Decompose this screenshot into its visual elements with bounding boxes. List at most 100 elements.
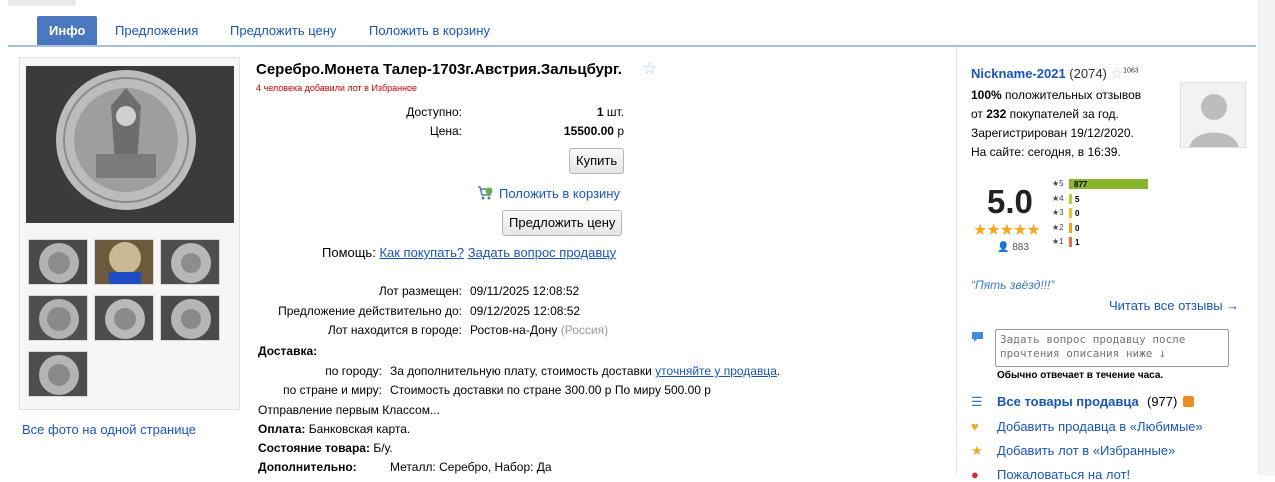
seller-nickname-link[interactable]: Nickname-2021: [971, 66, 1066, 81]
read-all-reviews-link[interactable]: Читать все отзывы →: [1109, 298, 1239, 313]
valid-until-value: 09/12/2025 12:08:52: [470, 304, 581, 318]
rating-row-star-label: ★2: [1052, 222, 1064, 232]
rating-row-bar: [1069, 193, 1072, 204]
price-currency: р: [617, 124, 624, 138]
price-value: 15500.00 р: [470, 124, 624, 138]
placed-value: 09/11/2025 12:08:52: [470, 284, 580, 298]
ask-seller-link[interactable]: Задать вопрос продавцу: [468, 245, 616, 260]
help-row: Помощь: Как покупать? Задать вопрос прод…: [322, 245, 616, 260]
photo-thumbnail[interactable]: [28, 351, 88, 397]
condition-row: Состояние товара: Б/у.: [258, 441, 393, 455]
photo-thumbnail[interactable]: [160, 239, 220, 285]
seller-header: Nickname-2021 (2074) ☆1063: [971, 65, 1139, 82]
city-delivery-label: по городу:: [325, 364, 382, 378]
photo-thumbnail[interactable]: [94, 239, 154, 285]
city-delivery-text: За дополнительную плату, стоимость доста…: [390, 364, 652, 378]
main-photo[interactable]: [26, 66, 234, 223]
buyers-prefix: от: [971, 107, 983, 121]
tab-offers[interactable]: Предложения: [115, 16, 198, 46]
star-icon: ★: [971, 443, 983, 458]
rating-stars: ★★★★★: [973, 222, 1041, 239]
photo-thumbnail[interactable]: [28, 295, 88, 341]
available-label: Доступно:: [406, 105, 462, 119]
rating-row-count: 5: [1075, 194, 1080, 204]
reviewers-count-row: 👤 883: [997, 242, 1029, 253]
help-label: Помощь:: [322, 245, 376, 260]
country-delivery-value: Стоимость доставки по стране 300.00 р По…: [390, 383, 711, 397]
all-goods-count: (977): [1147, 394, 1178, 409]
seller-star-badge: 1063: [1123, 67, 1139, 75]
payment-value: Банковская карта.: [308, 422, 411, 436]
photo-thumbnail[interactable]: [94, 295, 154, 341]
country-delivery-label: по стране и миру:: [283, 383, 382, 397]
tabs-underline: [8, 45, 1256, 47]
tab-info[interactable]: Инфо: [37, 16, 98, 46]
seller-star-icon: ☆: [1110, 65, 1124, 81]
clarify-with-seller-link[interactable]: уточняйте у продавца: [655, 364, 777, 378]
propose-price-button[interactable]: Предложить цену: [502, 210, 623, 236]
how-to-buy-link[interactable]: Как покупать?: [379, 245, 464, 260]
city-delivery-value: За дополнительную плату, стоимость доста…: [390, 364, 781, 378]
heart-icon: ♥: [971, 419, 979, 434]
top-bar-stub: [8, 0, 76, 6]
positive-reviews-line: 100% положительных отзывов: [971, 86, 1176, 105]
person-icon: 👤: [997, 242, 1010, 253]
page-scrollbar[interactable]: [1258, 0, 1275, 475]
buy-button[interactable]: Купить: [569, 148, 625, 174]
seller-rating-count: (2074): [1069, 66, 1107, 81]
tab-add-to-cart[interactable]: Положить в корзину: [369, 16, 490, 46]
rss-icon[interactable]: [1183, 396, 1194, 407]
available-quantity: 1: [596, 105, 604, 119]
rating-score: 5.0: [987, 183, 1033, 220]
lot-title: Серебро.Монета Талер-1703г.Австрия.Зальц…: [256, 61, 622, 78]
price-label: Цена:: [429, 124, 462, 138]
rating-row-bar: [1069, 237, 1072, 247]
list-icon: ☰: [971, 394, 983, 409]
seller-stats: 100% положительных отзывов от 232 покупа…: [971, 86, 1176, 162]
rating-row-star-label: ★5: [1052, 179, 1064, 188]
ask-seller-textarea[interactable]: [995, 329, 1229, 367]
buyers-suffix: покупателей за год.: [1009, 107, 1119, 121]
condition-label: Состояние товара:: [258, 441, 370, 455]
rating-row-star-label: ★4: [1052, 193, 1064, 203]
rating-row-star-label: ★3: [1052, 208, 1064, 217]
all-goods-link[interactable]: Все товары продавца: [997, 394, 1139, 409]
tab-propose-price[interactable]: Предложить цену: [230, 16, 336, 46]
rating-row-count: 877: [1074, 180, 1088, 189]
positive-text: положительных отзывов: [1005, 88, 1142, 102]
add-to-favorites-star-icon[interactable]: ☆: [642, 59, 657, 79]
buyers-count: 232: [986, 107, 1007, 121]
photo-thumbnail[interactable]: [28, 239, 88, 285]
add-to-cart-row[interactable]: Положить в корзину: [477, 185, 627, 203]
favorites-note: 4 человека добавили лот в Избранное: [256, 83, 418, 93]
add-to-cart-link[interactable]: Положить в корзину: [499, 186, 620, 201]
available-unit: шт.: [606, 105, 624, 119]
add-favorite-seller-link[interactable]: Добавить продавца в «Любимые»: [997, 419, 1203, 434]
rating-row-count: 1: [1075, 238, 1080, 247]
shipping-note: Отправление первым Классом...: [258, 403, 440, 417]
add-favorite-lot-row: ★ Добавить лот в «Избранные»: [971, 443, 1175, 459]
reviewers-count: 883: [1012, 242, 1029, 253]
condition-value: Б/у.: [373, 441, 393, 455]
lot-tabs: Инфо Предложения Предложить цену Положит…: [0, 14, 1275, 47]
rating-row-count: 0: [1075, 223, 1080, 233]
price-amount: 15500.00: [563, 124, 614, 138]
buyers-line: от 232 покупателей за год.: [971, 105, 1176, 124]
valid-until-label: Предложение действительно до:: [278, 304, 462, 318]
all-photos-link[interactable]: Все фото на одной странице: [22, 422, 196, 437]
rating-row-count: 0: [1075, 209, 1080, 218]
positive-percent: 100%: [971, 88, 1002, 102]
delivery-heading: Доставка:: [258, 344, 318, 358]
photo-thumbnail[interactable]: [160, 295, 220, 341]
placed-label: Лот размещен:: [378, 284, 462, 298]
city-value: Ростов-на-Дону (Россия): [470, 323, 608, 337]
seller-avatar[interactable]: [1180, 82, 1246, 148]
available-value: 1 шт.: [470, 105, 624, 119]
rating-row-star-label: ★1: [1052, 237, 1064, 246]
chat-bubble-icon: [972, 332, 983, 342]
payment-row: Оплата: Банковская карта.: [258, 422, 410, 436]
all-goods-row: ☰ Все товары продавца (977): [971, 394, 1194, 410]
add-favorite-lot-link[interactable]: Добавить лот в «Избранные»: [997, 443, 1175, 458]
avatar-placeholder-icon: [1189, 94, 1239, 147]
rating-row-bar: [1069, 222, 1072, 233]
